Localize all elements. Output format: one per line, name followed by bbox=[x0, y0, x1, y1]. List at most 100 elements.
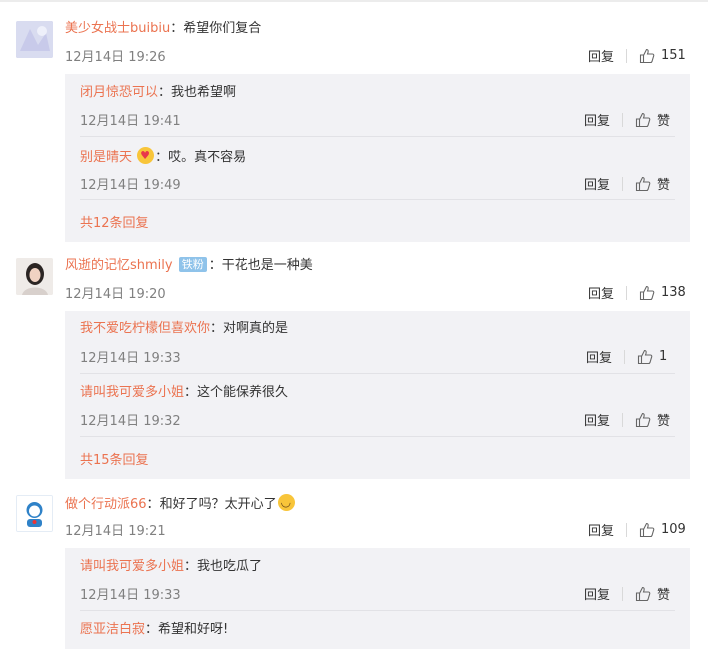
thumbs-up-icon bbox=[635, 412, 651, 427]
username-link[interactable]: 请叫我可爱多小姐 bbox=[80, 559, 184, 574]
comment-text: 和好了吗？太开心了 bbox=[159, 497, 277, 512]
username-link[interactable]: 美少女战士buibiu bbox=[65, 21, 170, 36]
reply-text: 这个能保养很久 bbox=[197, 385, 289, 400]
reply-text-line: 我不爱吃柠檬但喜欢你：对啊真的是 bbox=[80, 320, 288, 338]
reply-text: 我也希望啊 bbox=[171, 85, 237, 100]
reply-text-line: 愿亚洁白寂：希望和好呀! bbox=[80, 621, 228, 639]
reply-actions: 回复 赞 bbox=[584, 110, 670, 129]
timestamp: 12月14日 19:26 bbox=[65, 50, 166, 65]
action-divider bbox=[626, 48, 628, 63]
separator: ： bbox=[208, 258, 222, 273]
like-button[interactable]: 赞 bbox=[635, 110, 670, 129]
thumbs-up-icon bbox=[637, 349, 653, 364]
timestamp: 12月14日 19:33 bbox=[80, 351, 181, 366]
happy-emoji-icon bbox=[277, 493, 295, 511]
fan-badge[interactable]: 铁粉 bbox=[178, 257, 207, 272]
view-more-replies-link[interactable]: 共12条回复 bbox=[80, 212, 149, 231]
like-button[interactable]: 赞 bbox=[635, 174, 670, 193]
reply-button[interactable]: 回复 bbox=[586, 347, 612, 366]
action-divider bbox=[622, 412, 624, 427]
reply-text: 我也吃瓜了 bbox=[197, 559, 263, 574]
action-divider bbox=[622, 112, 624, 127]
reply-actions: 回复 赞 bbox=[584, 584, 670, 603]
reply-divider bbox=[80, 199, 675, 200]
username-link[interactable]: 我不爱吃柠檬但喜欢你 bbox=[80, 321, 210, 336]
username-link[interactable]: 做个行动派66 bbox=[65, 497, 147, 512]
username-link[interactable]: 请叫我可爱多小姐 bbox=[80, 385, 184, 400]
comment-actions: 回复 109 bbox=[588, 520, 686, 539]
reply-text-line: 请叫我可爱多小姐：这个能保养很久 bbox=[80, 384, 288, 402]
reply-button[interactable]: 回复 bbox=[588, 520, 614, 539]
view-more-replies-link[interactable]: 共15条回复 bbox=[80, 449, 149, 468]
separator: ： bbox=[184, 559, 198, 574]
avatar[interactable] bbox=[16, 258, 53, 295]
top-divider bbox=[0, 0, 708, 2]
comment-actions: 回复 138 bbox=[588, 283, 686, 302]
timestamp: 12月14日 19:41 bbox=[80, 114, 181, 129]
thumbs-up-icon bbox=[635, 112, 651, 127]
avatar[interactable] bbox=[16, 495, 53, 532]
reply-divider bbox=[80, 373, 675, 374]
like-count: 赞 bbox=[657, 114, 671, 129]
reply-button[interactable]: 回复 bbox=[584, 110, 610, 129]
replies-panel: 请叫我可爱多小姐：我也吃瓜了 12月14日 19:33 回复 赞 愿亚洁白寂：希… bbox=[65, 548, 690, 649]
thumbs-up-icon bbox=[639, 522, 655, 537]
comment-text-line: 做个行动派66：和好了吗？太开心了 bbox=[65, 493, 296, 514]
thumbs-up-icon bbox=[635, 586, 651, 601]
reply-divider bbox=[80, 610, 675, 611]
separator: ： bbox=[158, 85, 172, 100]
username-link[interactable]: 风逝的记忆shmily bbox=[65, 258, 173, 273]
avatar[interactable] bbox=[16, 21, 53, 58]
comment-text-line: 美少女战士buibiu：希望你们复合 bbox=[65, 20, 261, 38]
reply-button[interactable]: 回复 bbox=[588, 283, 614, 302]
like-button[interactable]: 赞 bbox=[635, 410, 670, 429]
reply-divider bbox=[80, 436, 675, 437]
action-divider bbox=[624, 349, 626, 364]
username-link[interactable]: 闭月惊恐可以 bbox=[80, 85, 158, 100]
reply-divider bbox=[80, 136, 675, 137]
reply-text-line: 别是晴天 ：哎。真不容易 bbox=[80, 147, 246, 167]
reply-button[interactable]: 回复 bbox=[584, 174, 610, 193]
action-divider bbox=[626, 522, 628, 537]
like-button[interactable]: 151 bbox=[639, 48, 686, 64]
reply-button[interactable]: 回复 bbox=[584, 410, 610, 429]
like-count: 1 bbox=[659, 349, 668, 364]
separator: ： bbox=[210, 321, 224, 336]
reply-text-line: 请叫我可爱多小姐：我也吃瓜了 bbox=[80, 558, 262, 576]
reply-actions: 回复 1 bbox=[586, 347, 667, 366]
reply-button[interactable]: 回复 bbox=[584, 584, 610, 603]
separator: ： bbox=[155, 150, 169, 165]
comment-text-line: 风逝的记忆shmily 铁粉 ：干花也是一种美 bbox=[65, 257, 313, 275]
comment-actions: 回复 151 bbox=[588, 46, 686, 65]
like-button[interactable]: 138 bbox=[639, 285, 686, 301]
separator: ： bbox=[146, 497, 160, 512]
like-count: 151 bbox=[661, 48, 686, 63]
thumbs-up-icon bbox=[635, 176, 651, 191]
timestamp: 12月14日 19:49 bbox=[80, 178, 181, 193]
like-count: 138 bbox=[661, 285, 686, 300]
reply-actions: 回复 赞 bbox=[584, 174, 670, 193]
comment-text: 干花也是一种美 bbox=[221, 258, 313, 273]
username-link[interactable]: 愿亚洁白寂 bbox=[80, 622, 145, 637]
reply-text: 哎。真不容易 bbox=[168, 150, 247, 165]
like-button[interactable]: 109 bbox=[639, 522, 686, 538]
like-button[interactable]: 1 bbox=[637, 349, 667, 365]
reply-text: 希望和好呀! bbox=[158, 622, 229, 637]
reply-button[interactable]: 回复 bbox=[588, 46, 614, 65]
replies-panel: 我不爱吃柠檬但喜欢你：对啊真的是 12月14日 19:33 回复 1 请叫我可爱… bbox=[65, 311, 690, 479]
timestamp: 12月14日 19:33 bbox=[80, 588, 181, 603]
action-divider bbox=[622, 176, 624, 191]
like-count: 赞 bbox=[657, 178, 671, 193]
reply-text: 对啊真的是 bbox=[223, 321, 289, 336]
heart-eyes-emoji-icon bbox=[137, 147, 155, 165]
reply-actions: 回复 赞 bbox=[584, 410, 670, 429]
separator: ： bbox=[184, 385, 198, 400]
like-button[interactable]: 赞 bbox=[635, 584, 670, 603]
action-divider bbox=[626, 285, 628, 300]
comment-text: 希望你们复合 bbox=[183, 21, 262, 36]
like-count: 赞 bbox=[657, 414, 671, 429]
thumbs-up-icon bbox=[639, 285, 655, 300]
separator: ： bbox=[145, 622, 159, 637]
username-link[interactable]: 别是晴天 bbox=[80, 150, 132, 165]
timestamp: 12月14日 19:32 bbox=[80, 414, 181, 429]
